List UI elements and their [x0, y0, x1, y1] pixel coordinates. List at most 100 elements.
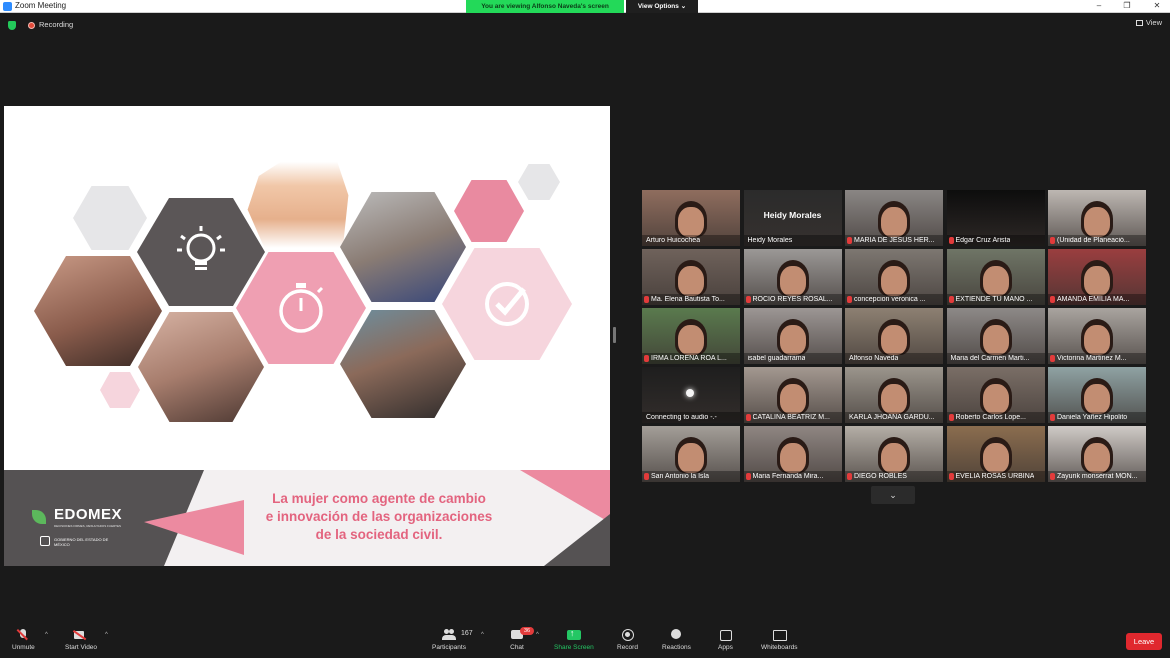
participant-name: isabel guadarrama — [747, 355, 806, 362]
whiteboards-label: Whiteboards — [761, 644, 798, 651]
apps-button[interactable]: Apps — [718, 629, 733, 651]
participant-face — [678, 206, 704, 237]
minimize-button[interactable]: – — [1094, 1, 1104, 11]
participant-name-label: Alfonso Naveda — [845, 353, 943, 364]
muted-mic-icon — [847, 296, 852, 303]
participant-tile[interactable]: Maria Fernanda Mira... — [743, 426, 842, 482]
participant-face — [881, 383, 907, 414]
start-video-button[interactable]: Start Video — [65, 629, 97, 651]
decorative-hexagon — [454, 180, 524, 242]
participant-tile[interactable]: CATALINA BEATRIZ M... — [743, 367, 842, 423]
participant-face — [678, 442, 704, 473]
participant-tile[interactable]: Roberto Carlos Lope... — [946, 367, 1045, 423]
slide-banner: EDOMEX DECISIONES FIRMES, RESULTADOS FUE… — [4, 470, 610, 566]
audio-options-caret[interactable]: ^ — [45, 632, 48, 638]
participant-tile[interactable]: Alfonso Naveda — [845, 308, 943, 364]
participant-tile[interactable]: ROCIO REYES ROSAL... — [743, 249, 842, 305]
participant-tile[interactable]: Ma. Elena Bautista To... — [642, 249, 740, 305]
chat-label: Chat — [510, 644, 524, 651]
split-view-resize-handle[interactable] — [613, 327, 616, 343]
participant-name: Roberto Carlos Lope... — [955, 414, 1026, 421]
participant-name-label: Arturo Huicochea — [642, 235, 740, 246]
video-options-caret[interactable]: ^ — [105, 632, 108, 638]
photo-woman-black-hair — [138, 312, 264, 422]
share-screen-button[interactable]: Share Screen — [554, 628, 594, 651]
maximize-button[interactable]: ❐ — [1122, 1, 1132, 11]
participant-tile[interactable]: Victorina Martinez M... — [1048, 308, 1146, 364]
participant-name-label: CATALINA BEATRIZ M... — [743, 412, 842, 423]
participant-tile[interactable]: Connecting to audio -.- — [642, 367, 740, 423]
muted-mic-icon — [948, 473, 954, 480]
muted-mic-icon — [745, 473, 751, 480]
muted-mic-icon — [1050, 414, 1055, 421]
participant-name-placeholder: Heidy Morales — [763, 210, 822, 220]
participant-name-label: Daniela Yañez Hipolito — [1048, 412, 1146, 423]
participant-name-label: IRMA LORENA ROA L... — [642, 353, 740, 364]
participant-tile[interactable]: DIEGO ROBLES — [845, 426, 943, 482]
participant-tile[interactable]: IRMA LORENA ROA L... — [642, 308, 740, 364]
participant-tile[interactable]: AMANDA EMILIA MA... — [1048, 249, 1146, 305]
hexagon-checkmark — [442, 248, 572, 360]
chat-options-caret[interactable]: ^ — [536, 632, 539, 638]
participant-name-label: Edgar Cruz Arista — [946, 235, 1045, 246]
participant-tile[interactable]: EXTIENDE TU MANO ... — [946, 249, 1045, 305]
participant-name: ROCIO REYES ROSAL... — [752, 296, 833, 303]
reactions-icon — [669, 629, 683, 641]
leave-meeting-button[interactable]: Leave — [1126, 633, 1162, 650]
muted-mic-icon — [745, 414, 751, 421]
participant-name-label: Zayurik monserrat MON... — [1048, 471, 1146, 482]
participant-name: Heidy Morales — [747, 237, 793, 244]
participant-tile[interactable]: San Antonio la Isla — [642, 426, 740, 482]
participant-tile[interactable]: isabel guadarrama — [743, 308, 842, 364]
unmute-button[interactable]: Unmute — [12, 629, 35, 651]
slide-title-line-3: de la sociedad civil. — [315, 527, 443, 542]
participant-tile[interactable]: Heidy Morales Heidy Morales — [743, 190, 842, 246]
unmute-label: Unmute — [12, 644, 35, 651]
participant-name-label: Maria Fernanda Mira... — [743, 471, 842, 482]
participants-options-caret[interactable]: ^ — [481, 632, 484, 638]
screen-share-banner: You are viewing Alfonso Naveda's screen — [466, 0, 624, 13]
participant-name: San Antonio la Isla — [651, 473, 709, 480]
participant-tile[interactable]: (Unidad de Planeació... — [1048, 190, 1146, 246]
view-layout-icon — [1135, 19, 1143, 26]
participant-tile[interactable]: Maria del Carmen Marti... — [946, 308, 1045, 364]
participant-name: AMANDA EMILIA MA... — [1057, 296, 1130, 303]
stopwatch-icon — [279, 283, 324, 333]
muted-mic-icon — [644, 473, 649, 480]
participant-name-label: KARLA JHOANA GARDU... — [845, 412, 943, 423]
participant-name-label: San Antonio la Isla — [642, 471, 740, 482]
participant-name: Victorina Martinez M... — [1057, 355, 1127, 362]
share-screen-icon — [566, 628, 581, 641]
muted-mic-icon — [948, 414, 954, 421]
participant-name-label: (Unidad de Planeació... — [1048, 235, 1146, 246]
view-options-button[interactable]: View Options ⌄ — [626, 0, 698, 13]
security-shield-icon[interactable] — [8, 21, 16, 30]
whiteboards-button[interactable]: Whiteboards — [761, 629, 798, 651]
participant-name: Ma. Elena Bautista To... — [651, 296, 725, 303]
muted-mic-icon — [1050, 296, 1055, 303]
participant-tile[interactable]: Daniela Yañez Hipolito — [1048, 367, 1146, 423]
chevron-down-icon: ⌄ — [680, 3, 687, 10]
participant-tile[interactable]: Arturo Huicochea — [642, 190, 740, 246]
participant-name: KARLA JHOANA GARDU... — [849, 414, 935, 421]
participant-tile[interactable]: concepcion veronica ... — [845, 249, 943, 305]
participant-tile[interactable]: MARIA DE JESUS HER... — [845, 190, 943, 246]
chat-unread-badge: 36 — [520, 627, 534, 635]
participant-name: Connecting to audio -.- — [646, 414, 717, 421]
video-off-camera-icon — [74, 629, 88, 641]
participant-face — [779, 383, 806, 414]
view-button[interactable]: View — [1135, 18, 1162, 27]
participant-tile[interactable]: Zayurik monserrat MON... — [1048, 426, 1146, 482]
participant-name: CATALINA BEATRIZ M... — [752, 414, 830, 421]
start-video-label: Start Video — [65, 644, 98, 651]
gallery-next-page-button[interactable]: ⌄ — [871, 486, 915, 504]
reactions-button[interactable]: Reactions — [662, 629, 691, 651]
participant-tile[interactable]: EVELIA ROSAS URBINA — [946, 426, 1045, 482]
slide-title: La mujer como agente de cambio e innovac… — [244, 490, 514, 544]
muted-mic-icon — [948, 296, 954, 303]
participant-tile[interactable]: Edgar Cruz Arista — [946, 190, 1045, 246]
participant-tile[interactable]: KARLA JHOANA GARDU... — [845, 367, 943, 423]
close-button[interactable]: ✕ — [1152, 1, 1162, 11]
record-button[interactable]: Record — [617, 629, 638, 651]
participant-name-label: MARIA DE JESUS HER... — [845, 235, 943, 246]
